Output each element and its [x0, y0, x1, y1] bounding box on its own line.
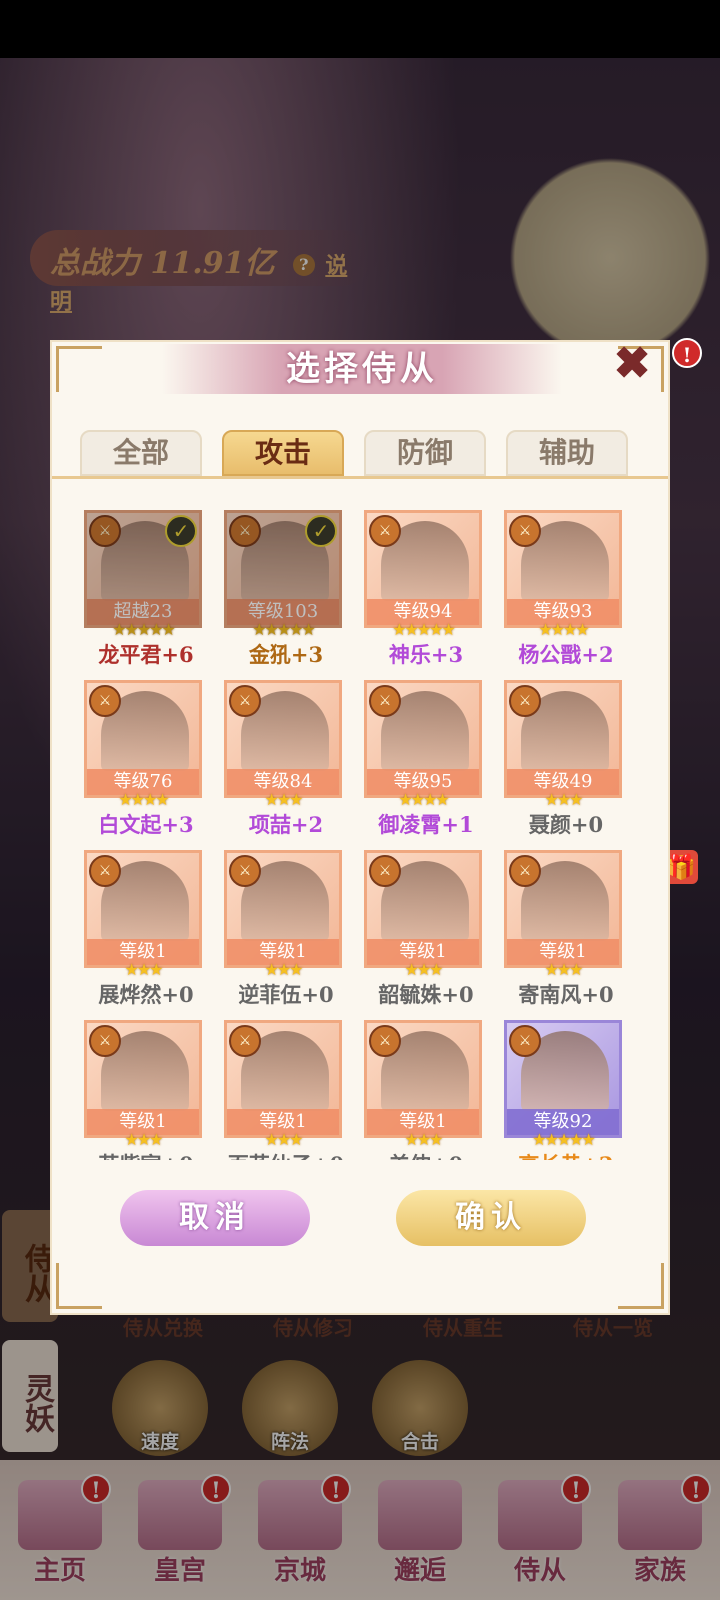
star-rating: ★★★★ — [538, 620, 589, 639]
cancel-button[interactable]: 取消 — [120, 1190, 310, 1246]
attendant-name: 御凌霄+1 — [378, 812, 474, 837]
attack-class-icon: ⚔ — [229, 1025, 261, 1057]
attack-class-icon: ⚔ — [229, 855, 261, 887]
attack-class-icon: ⚔ — [509, 515, 541, 547]
status-bar — [0, 0, 720, 58]
star-rating: ★★★ — [124, 960, 163, 979]
attack-class-icon: ⚔ — [509, 1025, 541, 1057]
attack-class-icon: ⚔ — [89, 685, 121, 717]
attendant-name: 逆菲伍+0 — [238, 982, 334, 1007]
attendant-card[interactable]: ⚔ 等级93 ★★★★ 杨公戬+2 — [504, 510, 622, 667]
attendant-card[interactable]: ⚔ 等级1 ★★★ 展烨然+0 — [84, 850, 202, 1007]
corner-ornament — [618, 1263, 664, 1309]
notification-badge: ! — [672, 338, 702, 368]
check-icon: ✓ — [305, 515, 337, 547]
attendant-card[interactable]: ⚔等级1★★★羌伸+0 — [364, 1020, 482, 1160]
star-rating: ★★★★★ — [252, 620, 316, 639]
attack-class-icon: ⚔ — [89, 1025, 121, 1057]
attack-class-icon: ⚔ — [229, 515, 261, 547]
star-rating: ★★★★ — [118, 790, 169, 809]
star-rating: ★★★ — [264, 790, 303, 809]
attack-class-icon: ⚔ — [509, 685, 541, 717]
attendant-name: 神乐+3 — [388, 642, 464, 667]
attack-class-icon: ⚔ — [229, 685, 261, 717]
attack-class-icon: ⚔ — [369, 515, 401, 547]
check-icon: ✓ — [165, 515, 197, 547]
attendant-card[interactable]: ⚔等级1★★★百花仙子+0 — [224, 1020, 344, 1160]
star-rating: ★★★★★ — [392, 620, 456, 639]
attendant-card[interactable]: ⚔ ✓ 等级103 ★★★★★ 金犼+3 — [224, 510, 342, 667]
attendant-grid: ⚔ ✓ 超越23 ★★★★★ 龙平君+6 ⚔ ✓ 等级103 ★★★★★ 金犼+3 ⚔ 等级94 ★★★… — [84, 510, 640, 1160]
attendant-name: 韶毓姝+0 — [378, 982, 474, 1007]
attendant-name: 羌伸+0 — [357, 1149, 495, 1160]
tab-all[interactable]: 全部 — [80, 430, 202, 476]
star-rating: ★★★ — [544, 790, 583, 809]
star-rating: ★★★ — [404, 960, 443, 979]
filter-tabs: 全部 攻击 防御 辅助 — [80, 430, 630, 476]
dialog-title: 选择侍从 — [162, 344, 562, 394]
attendant-name: 白文起+3 — [98, 812, 194, 837]
tab-support[interactable]: 辅助 — [506, 430, 628, 476]
attendant-name: 杨公戬+2 — [518, 642, 614, 667]
attack-class-icon: ⚔ — [89, 855, 121, 887]
star-rating: ★★★ — [264, 960, 303, 979]
attendant-card[interactable]: ⚔ 等级1 ★★★ 韶毓姝+0 — [364, 850, 482, 1007]
attendant-card[interactable]: ⚔ 等级95 ★★★★ 御凌霄+1 — [364, 680, 482, 837]
attack-class-icon: ⚔ — [89, 515, 121, 547]
attendant-name: 高长恭+2 — [497, 1149, 635, 1160]
attendant-name: 项喆+2 — [248, 812, 324, 837]
corner-ornament — [56, 1263, 102, 1309]
corner-ornament — [56, 346, 102, 392]
attendant-name: 展烨然+0 — [98, 982, 194, 1007]
star-rating: ★★★ — [124, 1130, 163, 1149]
tab-defense[interactable]: 防御 — [364, 430, 486, 476]
attendant-card[interactable]: ⚔ 等级49 ★★★ 聂颜+0 — [504, 680, 622, 837]
attendant-name: 苏紫宸+0 — [84, 1149, 215, 1160]
star-rating: ★★★ — [404, 1130, 443, 1149]
attendant-card[interactable]: ⚔ 等级1 ★★★ 寄南风+0 — [504, 850, 622, 1007]
attendant-list[interactable]: ⚔ ✓ 超越23 ★★★★★ 龙平君+6 ⚔ ✓ 等级103 ★★★★★ 金犼+3 ⚔ 等级94 ★★★… — [84, 510, 640, 1160]
attendant-name: 金犼+3 — [248, 642, 324, 667]
star-rating: ★★★★★ — [112, 620, 176, 639]
star-rating: ★★★ — [544, 960, 583, 979]
star-rating: ★★★ — [264, 1130, 303, 1149]
attack-class-icon: ⚔ — [369, 1025, 401, 1057]
attendant-name: 百花仙子+0 — [217, 1149, 355, 1160]
attendant-card[interactable]: ⚔等级1★★★苏紫宸+0 — [84, 1020, 202, 1160]
attendant-name: 聂颜+0 — [528, 812, 604, 837]
attack-class-icon: ⚔ — [369, 685, 401, 717]
attendant-name: 龙平君+6 — [98, 642, 194, 667]
close-icon[interactable]: ✖ — [610, 342, 654, 386]
attendant-card[interactable]: ⚔ 等级84 ★★★ 项喆+2 — [224, 680, 342, 837]
confirm-button[interactable]: 确认 — [396, 1190, 586, 1246]
attendant-card[interactable]: ⚔ 等级94 ★★★★★ 神乐+3 — [364, 510, 482, 667]
attendant-card[interactable]: ⚔ ✓ 超越23 ★★★★★ 龙平君+6 — [84, 510, 202, 667]
star-rating: ★★★★★ — [532, 1130, 596, 1149]
attendant-card[interactable]: ⚔ 等级76 ★★★★ 白文起+3 — [84, 680, 202, 837]
attendant-card[interactable]: ⚔ 等级1 ★★★ 逆菲伍+0 — [224, 850, 342, 1007]
tab-attack[interactable]: 攻击 — [222, 430, 344, 476]
attendant-name: 寄南风+0 — [518, 982, 614, 1007]
star-rating: ★★★★ — [398, 790, 449, 809]
tab-divider — [52, 476, 668, 479]
attack-class-icon: ⚔ — [509, 855, 541, 887]
attendant-card[interactable]: ⚔等级92★★★★★高长恭+2 — [504, 1020, 622, 1160]
attack-class-icon: ⚔ — [369, 855, 401, 887]
select-attendant-dialog: 选择侍从 ✖ 全部 攻击 防御 辅助 ⚔ ✓ 超越23 ★★★★★ 龙平君+6 ⚔ ✓ 等级1… — [50, 340, 670, 1315]
